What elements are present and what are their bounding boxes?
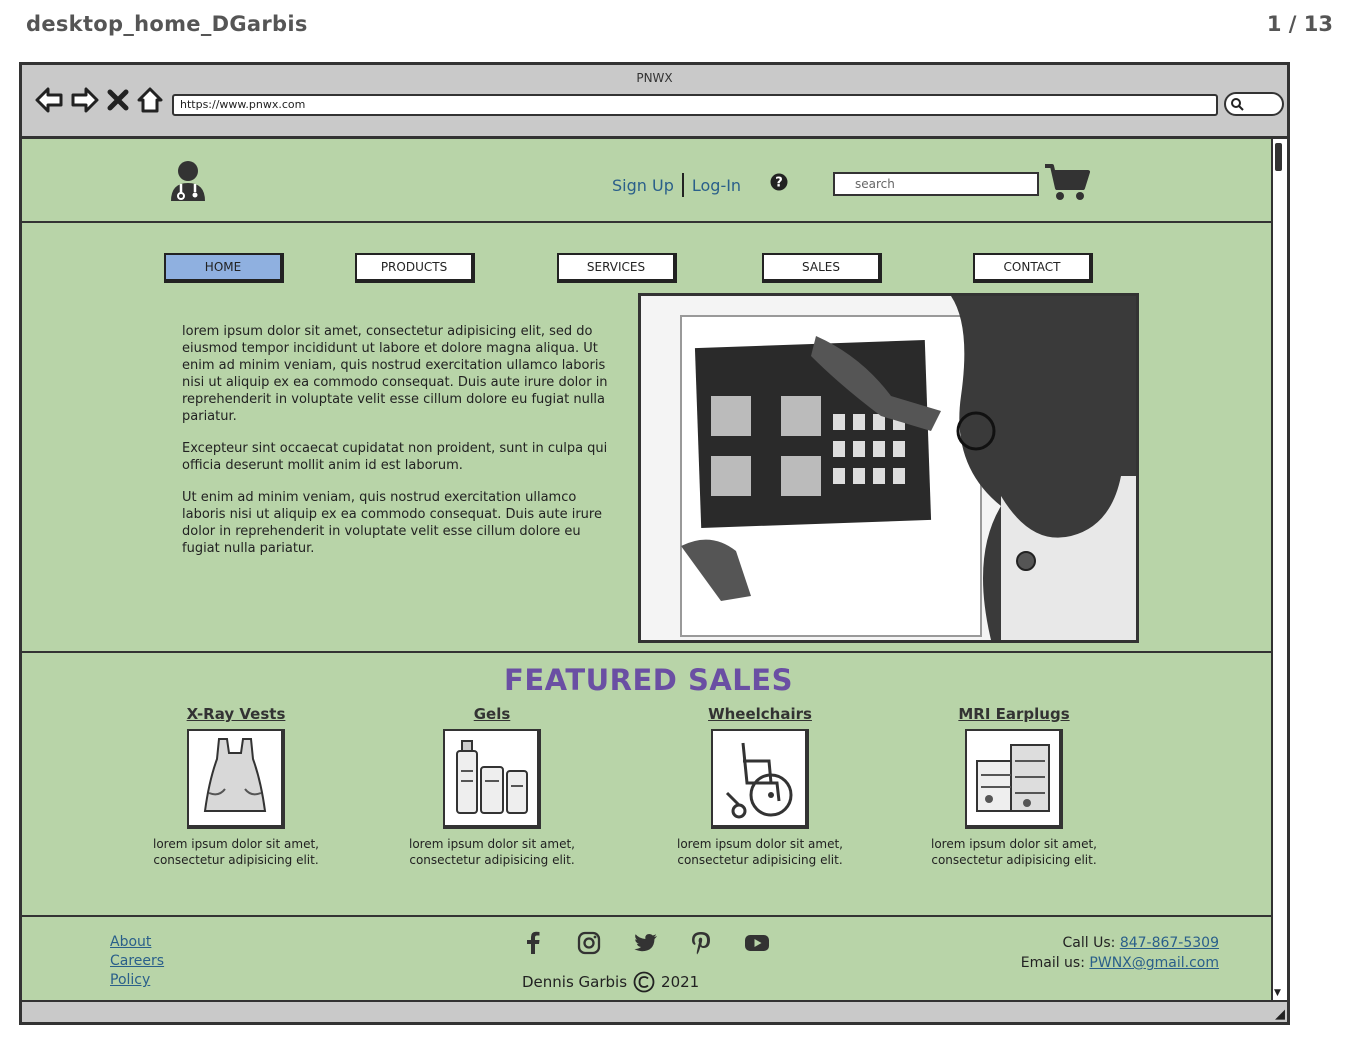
shopping-cart-icon[interactable]	[1043, 162, 1091, 202]
intro-paragraph-2: Excepteur sint occaecat cupidatat non pr…	[182, 441, 608, 473]
main-navigation: HOME PRODUCTS SERVICES SALES CONTACT	[22, 253, 1275, 283]
product-name[interactable]: X-Ray Vests	[146, 705, 326, 729]
browser-search-box[interactable]	[1224, 92, 1284, 116]
gel-bottles-icon	[456, 740, 528, 814]
email-label: Email us:	[1020, 955, 1085, 971]
nav-products[interactable]: PRODUCTS	[355, 253, 475, 283]
resize-grip-icon[interactable]: ◢	[1275, 1007, 1285, 1022]
product-name[interactable]: Gels	[402, 705, 582, 729]
login-link[interactable]: Log-In	[692, 176, 741, 195]
social-icons	[522, 931, 770, 955]
intro-paragraph-3: Ut enim ad minim veniam, quis nostrud ex…	[182, 490, 602, 556]
search-icon	[1231, 98, 1244, 111]
nav-home[interactable]: HOME	[164, 253, 284, 283]
home-icon[interactable]	[136, 85, 164, 115]
back-arrow-icon[interactable]	[34, 85, 64, 115]
svg-text:?: ?	[775, 176, 783, 191]
doctor-logo-icon[interactable]	[167, 159, 209, 203]
status-bar: ◢	[22, 1000, 1287, 1022]
youtube-icon[interactable]	[744, 933, 770, 953]
help-icon[interactable]: ?	[769, 172, 789, 192]
forward-arrow-icon[interactable]	[70, 85, 100, 115]
product-description: lorem ipsum dolor sit amet, consectetur …	[409, 837, 575, 867]
nav-sales[interactable]: SALES	[762, 253, 882, 283]
nav-contact[interactable]: CONTACT	[973, 253, 1093, 283]
window-title: PNWX	[636, 71, 673, 85]
intro-paragraph-1: lorem ipsum dolor sit amet, consectetur …	[182, 324, 608, 424]
product-card-wheelchairs: Wheelchairs lorem ipsum dolor sit amet, …	[670, 705, 850, 868]
xray-vest-icon	[203, 738, 267, 812]
footer-link-about[interactable]: About	[110, 933, 164, 952]
doctor-xray-illustration	[641, 296, 1136, 640]
product-name[interactable]: Wheelchairs	[670, 705, 850, 729]
product-description: lorem ipsum dolor sit amet, consectetur …	[931, 837, 1097, 867]
product-description: lorem ipsum dolor sit amet, consectetur …	[677, 837, 843, 867]
featured-sales-title: FEATURED SALES	[504, 663, 793, 697]
product-image-wheelchair[interactable]	[711, 729, 809, 829]
hero-image	[638, 293, 1139, 643]
phone-row: Call Us: 847-867-5309	[1021, 933, 1219, 953]
email-row: Email us: PWNX@gmail.com	[1021, 953, 1219, 973]
facebook-icon[interactable]	[522, 931, 544, 955]
product-card-gels: Gels lorem ipsum dolor sit amet, consect…	[402, 705, 582, 868]
product-description: lorem ipsum dolor sit amet, consectetur …	[153, 837, 319, 867]
earplug-boxes-icon	[976, 744, 1050, 812]
auth-divider	[681, 173, 684, 197]
copyright-owner: Dennis Garbis	[522, 973, 628, 991]
document-title: desktop_home_DGarbis	[26, 12, 308, 36]
copyright-icon	[633, 971, 655, 993]
pinterest-icon[interactable]	[691, 931, 711, 955]
product-image-gels[interactable]	[443, 729, 541, 829]
auth-links: Sign Up Log-In	[612, 173, 741, 197]
intro-text: lorem ipsum dolor sit amet, consectetur …	[182, 323, 614, 572]
scroll-thumb[interactable]	[1275, 143, 1282, 171]
site-header: Sign Up Log-In ? search	[22, 139, 1275, 223]
product-card-mri-earplugs: MRI Earplugs lorem ipsum dolor sit amet,…	[924, 705, 1104, 868]
product-card-xray-vests: X-Ray Vests lorem ipsum dolor sit amet, …	[146, 705, 326, 868]
browser-nav-icons	[34, 85, 164, 115]
product-image-earplugs[interactable]	[965, 729, 1063, 829]
phone-link[interactable]: 847-867-5309	[1120, 935, 1219, 951]
site-search-input[interactable]: search	[833, 172, 1039, 196]
signup-link[interactable]: Sign Up	[612, 176, 674, 195]
footer-link-careers[interactable]: Careers	[110, 952, 164, 971]
instagram-icon[interactable]	[577, 931, 601, 955]
contact-info: Call Us: 847-867-5309 Email us: PWNX@gma…	[1021, 933, 1219, 973]
page-number: 1 / 13	[1266, 12, 1333, 36]
footer-links: About Careers Policy	[110, 933, 164, 990]
phone-label: Call Us:	[1062, 935, 1116, 951]
url-bar[interactable]: https://www.pnwx.com	[172, 94, 1218, 116]
featured-sales-section: FEATURED SALES X-Ray Vests lorem ipsum d…	[22, 651, 1275, 917]
browser-chrome: PNWX https://www.pnwx.com	[22, 65, 1287, 139]
twitter-icon[interactable]	[634, 932, 658, 954]
scroll-down-arrow-icon[interactable]: ▼	[1274, 989, 1281, 998]
site-footer: About Careers Policy Dennis Garbis 2021 …	[22, 915, 1275, 1005]
product-name[interactable]: MRI Earplugs	[924, 705, 1104, 729]
stop-x-icon[interactable]	[106, 85, 130, 115]
copyright-line: Dennis Garbis 2021	[522, 971, 699, 993]
email-link[interactable]: PWNX@gmail.com	[1089, 955, 1219, 971]
nav-services[interactable]: SERVICES	[557, 253, 677, 283]
product-image-xray-vest[interactable]	[187, 729, 285, 829]
vertical-scrollbar[interactable]: ▼	[1271, 139, 1287, 1000]
footer-link-policy[interactable]: Policy	[110, 971, 164, 990]
browser-window: PNWX https://www.pnwx.com Sign Up Log-In…	[19, 62, 1290, 1025]
wheelchair-icon	[725, 742, 793, 819]
copyright-year: 2021	[661, 973, 700, 991]
